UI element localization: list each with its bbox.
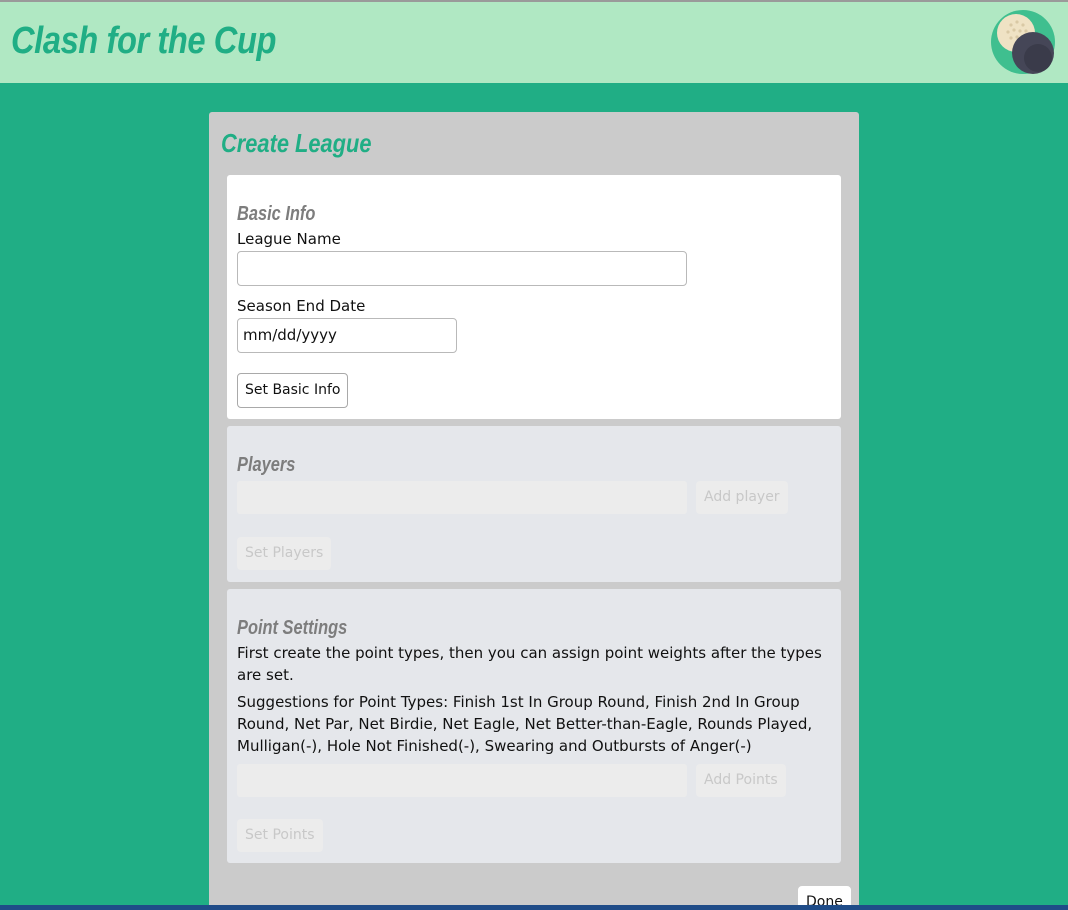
window-bottom-border bbox=[0, 905, 1068, 910]
basic-info-title: Basic Info bbox=[237, 203, 316, 225]
point-type-input[interactable] bbox=[237, 764, 687, 797]
set-basic-info-button[interactable]: Set Basic Info bbox=[237, 373, 349, 408]
app-brand[interactable]: Clash for the Cup bbox=[11, 20, 276, 63]
season-end-date-label: Season End Date bbox=[237, 297, 366, 315]
add-player-button[interactable]: Add player bbox=[696, 481, 788, 514]
point-settings-title: Point Settings bbox=[237, 617, 348, 639]
league-name-label: League Name bbox=[237, 230, 341, 248]
create-league-panel: Create League Basic Info League Name Sea… bbox=[209, 112, 859, 910]
basic-info-card: Basic Info League Name Season End Date m… bbox=[227, 175, 841, 419]
set-players-button[interactable]: Set Players bbox=[237, 537, 332, 570]
player-name-input[interactable] bbox=[237, 481, 687, 514]
league-name-input[interactable] bbox=[237, 251, 687, 286]
golf-ball-moon-icon[interactable] bbox=[990, 9, 1056, 75]
players-title: Players bbox=[237, 454, 296, 476]
point-settings-card: Point Settings First create the point ty… bbox=[227, 589, 841, 863]
point-settings-instructions: First create the point types, then you c… bbox=[237, 644, 822, 684]
app-header: Clash for the Cup bbox=[0, 2, 1068, 83]
point-type-suggestions: Suggestions for Point Types: Finish 1st … bbox=[237, 693, 813, 755]
page-title: Create League bbox=[221, 128, 372, 158]
season-end-date-input[interactable]: mm/dd/yyyy bbox=[237, 318, 457, 353]
add-points-button[interactable]: Add Points bbox=[696, 764, 786, 797]
set-points-button[interactable]: Set Points bbox=[237, 819, 323, 852]
players-card: Players Add player Set Players bbox=[227, 426, 841, 582]
